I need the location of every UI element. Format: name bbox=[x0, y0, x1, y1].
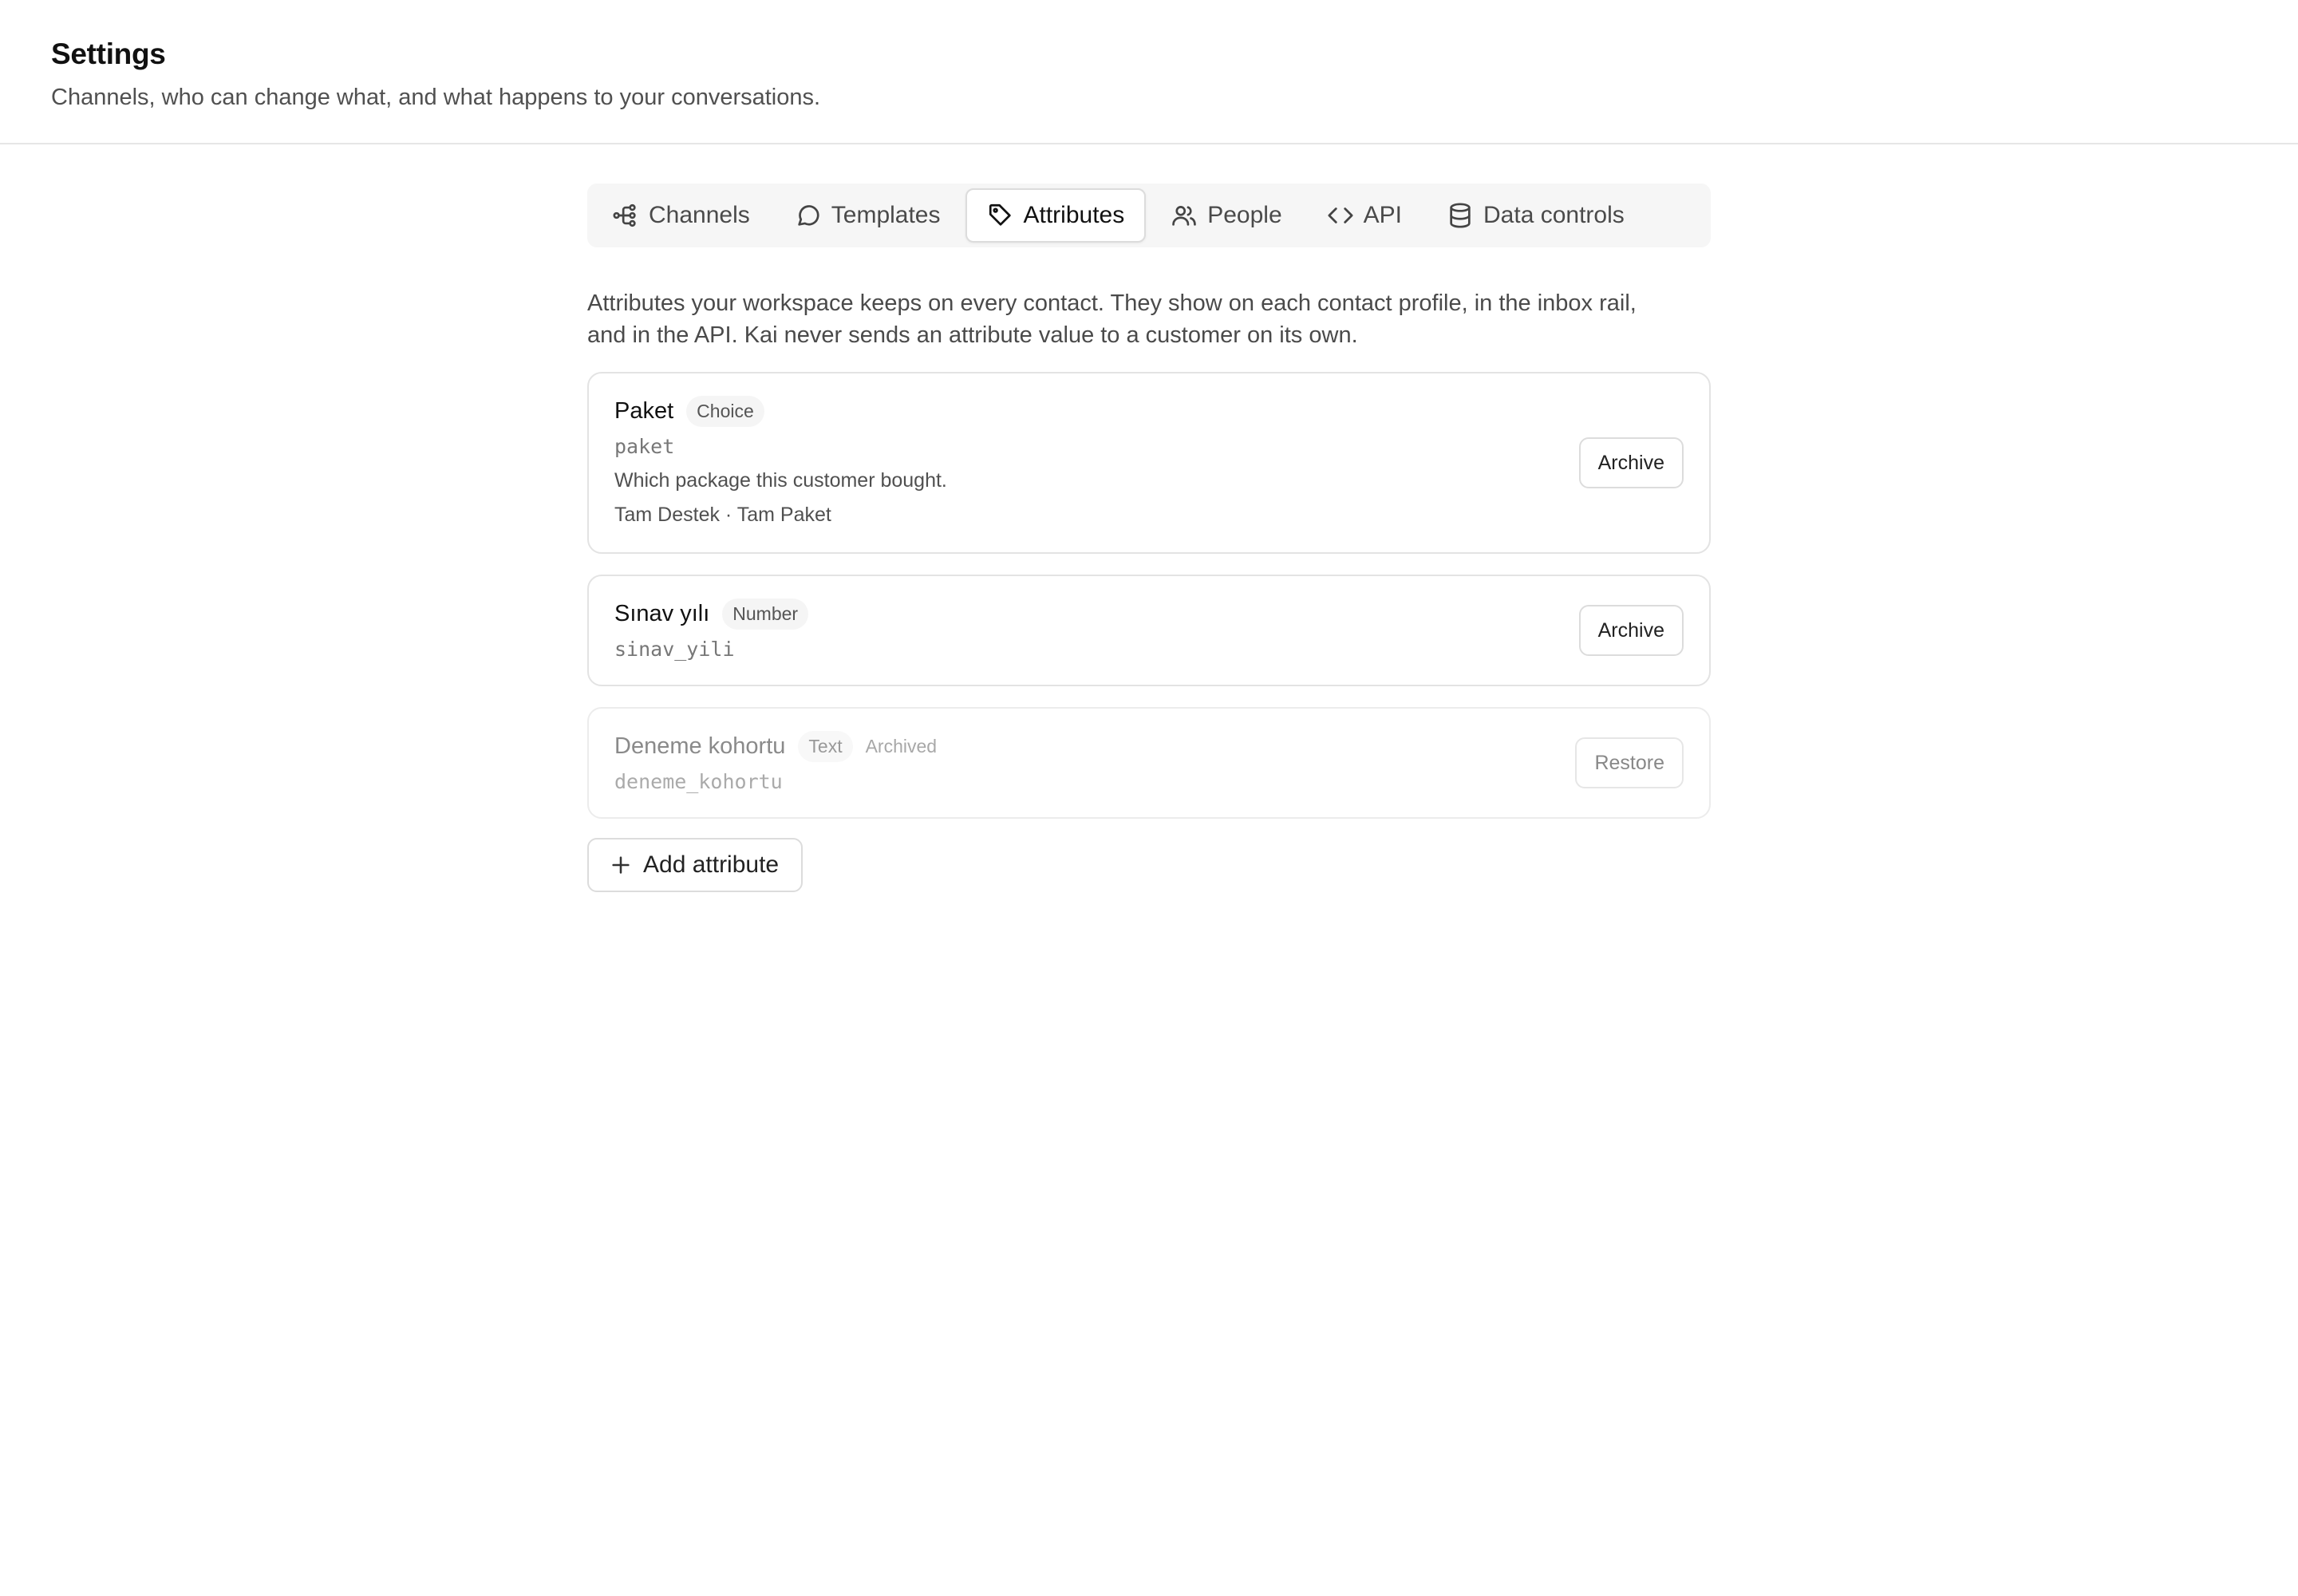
restore-button[interactable]: Restore bbox=[1575, 737, 1684, 788]
attribute-title-row: Deneme kohortu Text Archived bbox=[614, 731, 1684, 762]
tab-channels-label: Channels bbox=[649, 202, 750, 228]
add-attribute-button[interactable]: Add attribute bbox=[587, 838, 803, 892]
attribute-key: sinav_yili bbox=[614, 638, 735, 661]
attribute-name: Paket bbox=[614, 398, 674, 424]
attribute-description: Which package this customer bought. bbox=[614, 469, 947, 492]
database-icon bbox=[1450, 203, 1471, 228]
archive-button[interactable]: Archive bbox=[1578, 437, 1684, 488]
page-header: Settings Channels, who can change what, … bbox=[0, 0, 2298, 144]
channels-icon bbox=[613, 203, 636, 227]
attribute-card-deneme-kohortu: Deneme kohortu Text Archived deneme_koho… bbox=[587, 707, 1711, 819]
tab-data-controls[interactable]: Data controls bbox=[1427, 188, 1645, 243]
archived-status-label: Archived bbox=[865, 736, 938, 757]
page-title: Settings bbox=[51, 38, 166, 70]
tab-attributes[interactable]: Attributes bbox=[965, 188, 1147, 243]
archive-button[interactable]: Archive bbox=[1578, 605, 1684, 656]
tab-api-label: API bbox=[1363, 202, 1403, 228]
attribute-name: Deneme kohortu bbox=[614, 733, 786, 759]
plus-icon bbox=[612, 856, 630, 874]
attribute-title-row: Paket Choice bbox=[614, 396, 1684, 427]
tab-people[interactable]: People bbox=[1151, 188, 1301, 243]
tab-templates-label: Templates bbox=[831, 202, 941, 228]
people-icon bbox=[1172, 206, 1197, 226]
attribute-key: deneme_kohortu bbox=[614, 770, 783, 793]
add-attribute-label: Add attribute bbox=[643, 851, 780, 878]
attribute-title-row: Sınav yılı Number bbox=[614, 598, 1684, 630]
attribute-key: paket bbox=[614, 435, 675, 458]
attribute-card-sinav-yili: Sınav yılı Number sinav_yili Archive bbox=[587, 575, 1711, 686]
tab-api[interactable]: API bbox=[1307, 188, 1422, 243]
attribute-type-badge: Text bbox=[798, 731, 853, 762]
attributes-intro: Attributes your workspace keeps on every… bbox=[587, 290, 1637, 348]
attribute-options: Tam Destek · Tam Paket bbox=[614, 504, 831, 526]
attribute-type-badge: Number bbox=[722, 598, 809, 630]
attribute-name: Sınav yılı bbox=[614, 601, 710, 626]
code-icon bbox=[1328, 207, 1353, 223]
chat-bubble-icon bbox=[798, 205, 819, 226]
settings-tabs: Channels Templates Attributes People API… bbox=[587, 184, 1711, 247]
tab-data-controls-label: Data controls bbox=[1483, 202, 1625, 228]
page-subtitle: Channels, who can change what, and what … bbox=[51, 85, 821, 110]
tag-icon bbox=[989, 203, 1011, 226]
tab-attributes-label: Attributes bbox=[1023, 202, 1125, 228]
tab-templates[interactable]: Templates bbox=[775, 188, 961, 243]
attribute-type-badge: Choice bbox=[686, 396, 764, 427]
tab-channels[interactable]: Channels bbox=[592, 188, 770, 243]
settings-content: Channels Templates Attributes People API… bbox=[587, 184, 1711, 892]
tab-people-label: People bbox=[1207, 202, 1282, 228]
attribute-card-paket: Paket Choice paket Which package this cu… bbox=[587, 372, 1711, 554]
